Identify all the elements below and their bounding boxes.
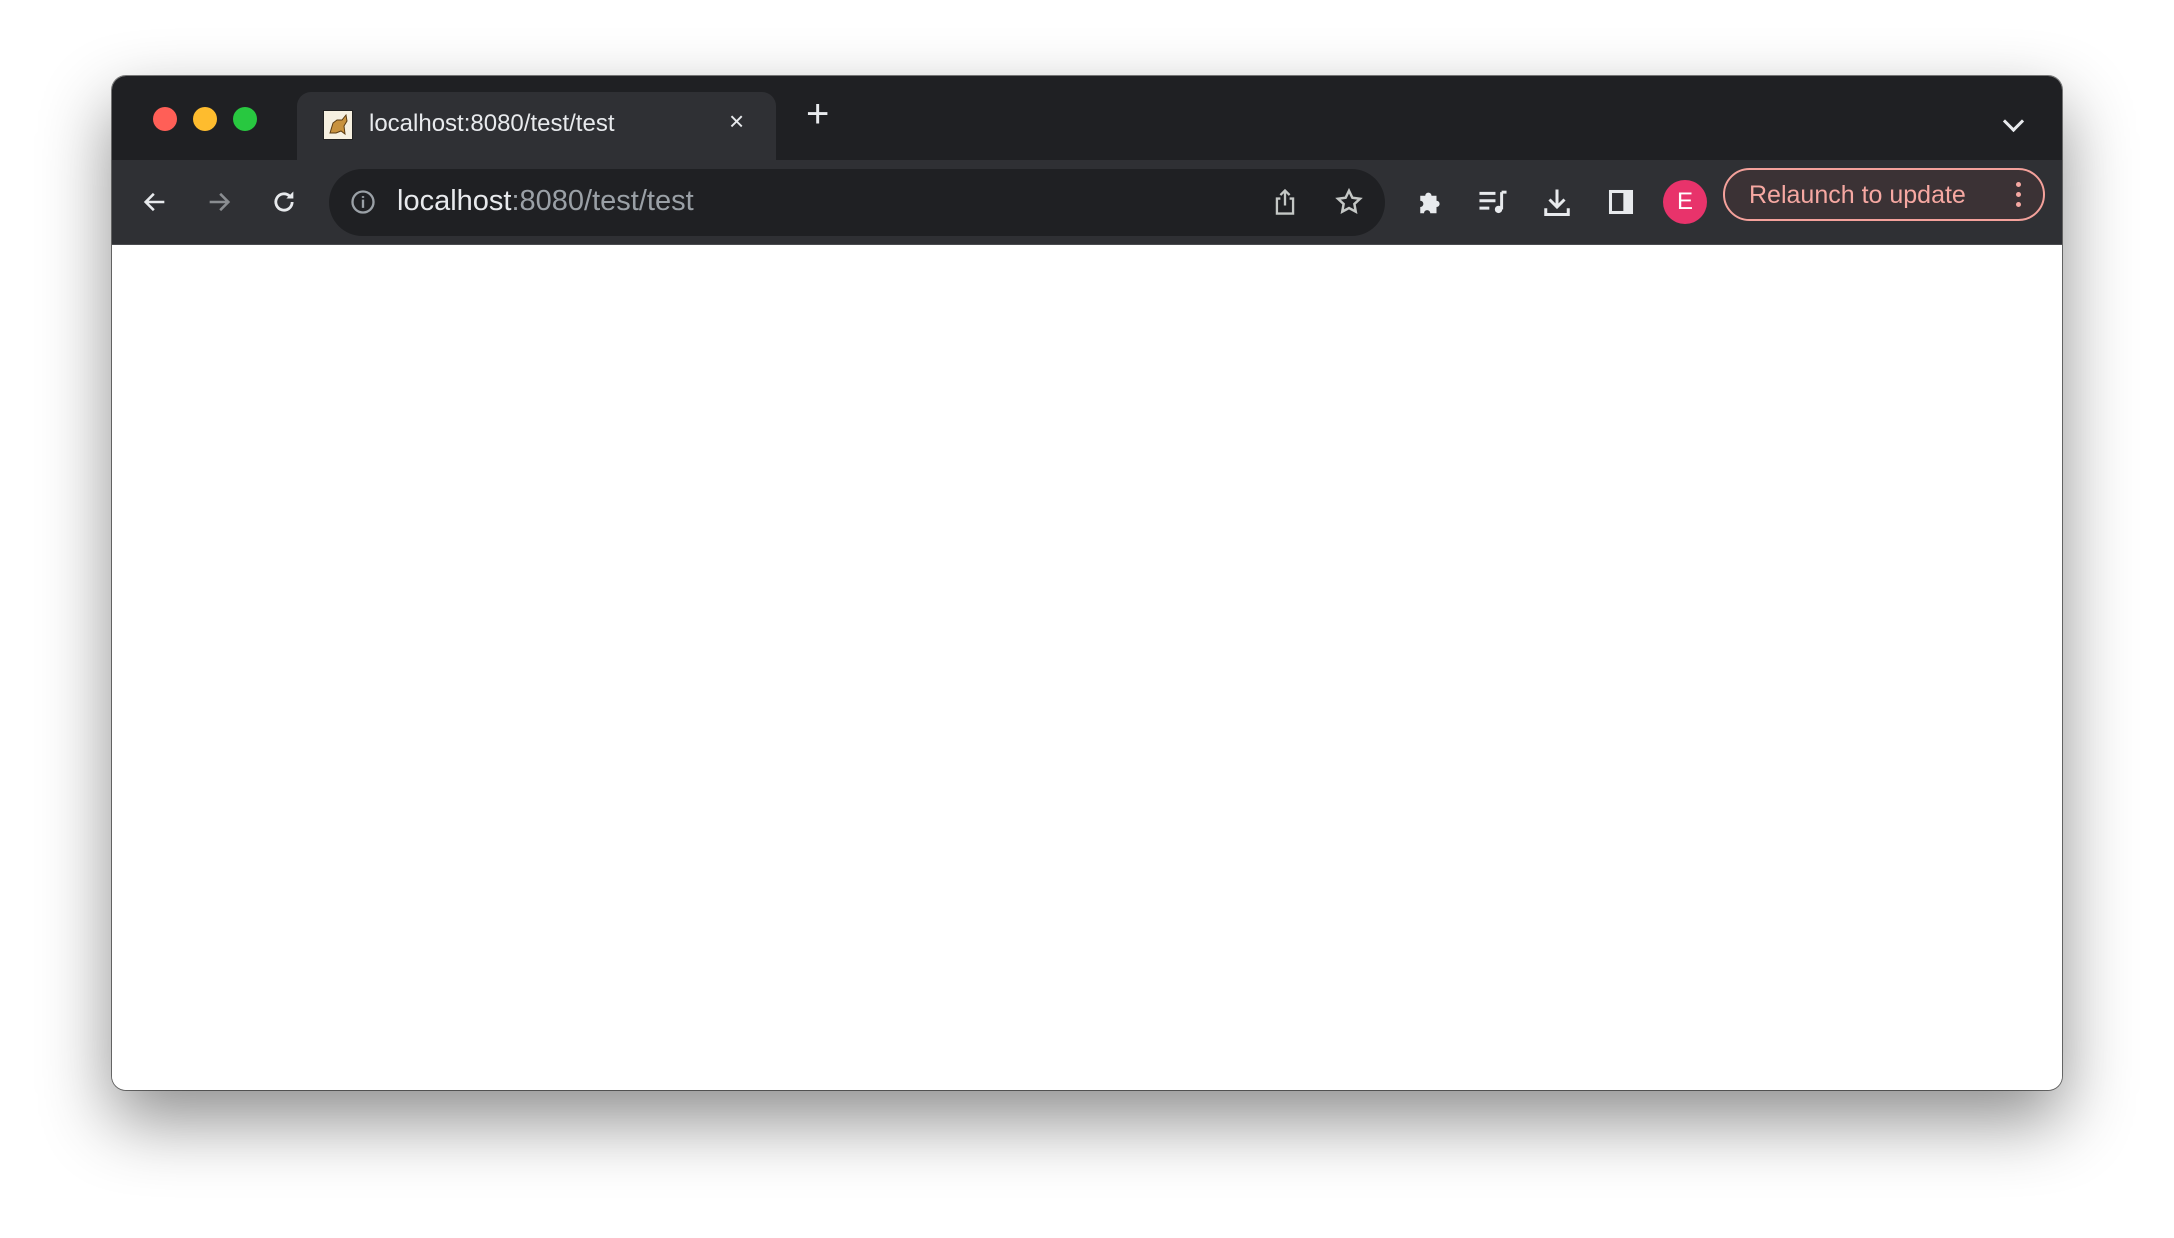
arrow-left-icon	[143, 192, 165, 212]
reload-icon	[274, 191, 294, 212]
window-close-button[interactable]	[153, 107, 177, 131]
more-vert-icon[interactable]	[2016, 182, 2021, 212]
url-host: localhost	[397, 185, 512, 217]
page-content	[112, 245, 2062, 1090]
media-controls-icon[interactable]	[1473, 182, 1513, 222]
window-minimize-button[interactable]	[193, 107, 217, 131]
tab-active[interactable]: localhost:8080/test/test ×	[297, 92, 776, 160]
browser-window: localhost:8080/test/test × + localhost:8…	[112, 76, 2062, 1090]
profile-avatar[interactable]: E	[1663, 180, 1707, 224]
window-zoom-button[interactable]	[233, 107, 257, 131]
chevron-down-icon[interactable]	[2002, 110, 2025, 133]
toolbar: localhost:8080/test/test E Relaunch to u…	[112, 160, 2062, 245]
close-icon[interactable]: ×	[729, 106, 744, 137]
tomcat-icon	[323, 110, 353, 140]
address-bar[interactable]: localhost:8080/test/test	[329, 169, 1385, 236]
relaunch-to-update-button[interactable]: Relaunch to update	[1723, 168, 2045, 221]
extensions-icon[interactable]	[1409, 182, 1449, 222]
new-tab-button[interactable]: +	[806, 94, 829, 134]
tab-bar: localhost:8080/test/test × +	[112, 76, 2062, 160]
relaunch-label: Relaunch to update	[1749, 181, 1966, 209]
download-icon[interactable]	[1537, 182, 1577, 222]
back-button[interactable]	[135, 182, 175, 222]
tab-title: localhost:8080/test/test	[369, 110, 615, 137]
reload-button[interactable]	[264, 182, 304, 222]
side-panel-icon[interactable]	[1601, 182, 1641, 222]
share-icon[interactable]	[1265, 182, 1305, 222]
info-icon[interactable]	[343, 182, 383, 222]
star-icon[interactable]	[1329, 182, 1369, 222]
url-path: :8080/test/test	[511, 185, 694, 217]
forward-button[interactable]	[199, 182, 239, 222]
url-text[interactable]: localhost:8080/test/test	[397, 185, 694, 218]
arrow-right-icon	[209, 192, 231, 212]
